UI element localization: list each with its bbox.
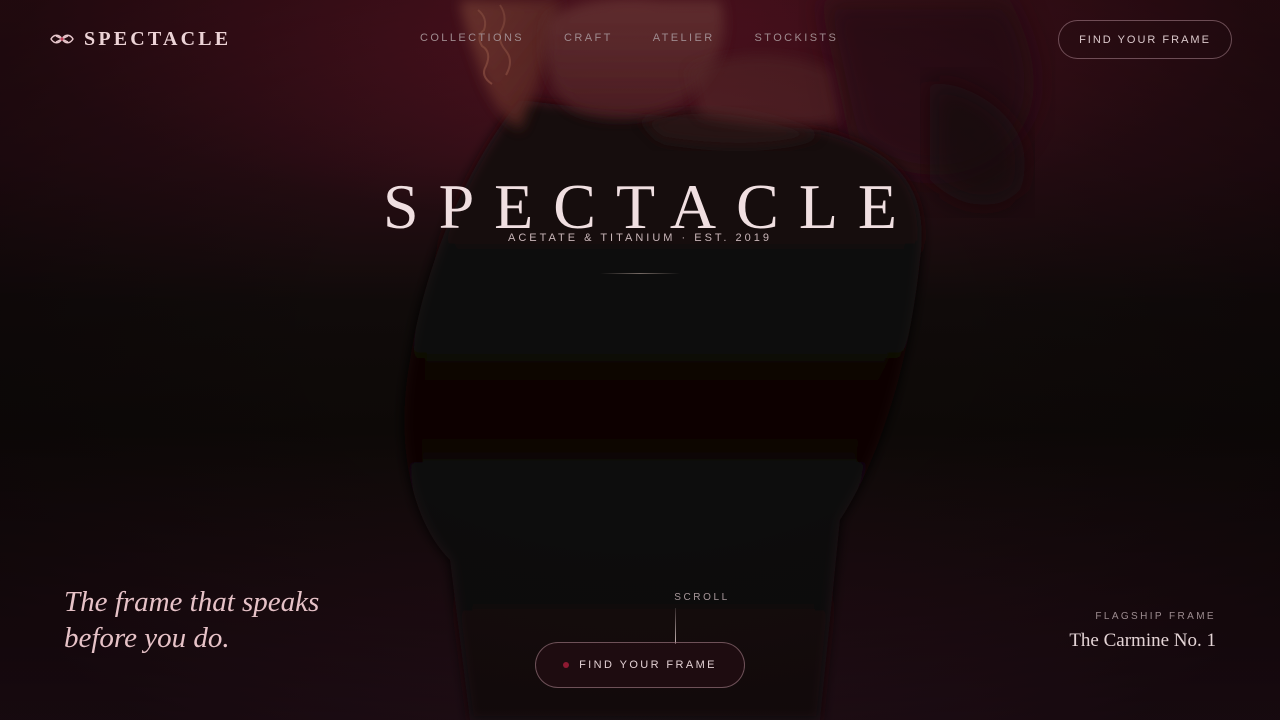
flagship-label: FLAGSHIP FRAME <box>1095 611 1216 622</box>
find-frame-button[interactable]: FIND YOUR FRAME <box>535 642 745 688</box>
find-frame-button-label: FIND YOUR FRAME <box>579 659 717 671</box>
hero-divider <box>600 273 680 274</box>
nav-item-collections[interactable]: COLLECTIONS <box>420 32 524 44</box>
tagline-line-1: The frame that speaks <box>64 586 320 618</box>
flagship-frame-link[interactable]: The Carmine No. 1 <box>1069 630 1216 652</box>
brand-logo[interactable]: SPECTACLE <box>50 26 231 52</box>
nav-item-craft[interactable]: CRAFT <box>564 32 613 44</box>
spectacles-icon <box>50 34 74 44</box>
hero-tagline: The frame that speaks before you do. <box>64 584 384 656</box>
scroll-indicator-label[interactable]: SCROLL <box>660 592 744 603</box>
accent-dot-icon <box>563 662 570 668</box>
header-find-frame-button[interactable]: FIND YOUR FRAME <box>1058 20 1232 59</box>
scroll-indicator-line <box>675 608 676 644</box>
nav-item-atelier[interactable]: ATELIER <box>653 32 715 44</box>
hero-subtitle: ACETATE & TITANIUM · EST. 2019 <box>507 232 772 244</box>
tagline-line-2: before you do. <box>64 622 230 654</box>
brand-name: SPECTACLE <box>84 27 232 50</box>
nav-item-stockists[interactable]: STOCKISTS <box>755 32 839 44</box>
main-nav: COLLECTIONS CRAFT ATELIER STOCKISTS <box>420 32 838 44</box>
